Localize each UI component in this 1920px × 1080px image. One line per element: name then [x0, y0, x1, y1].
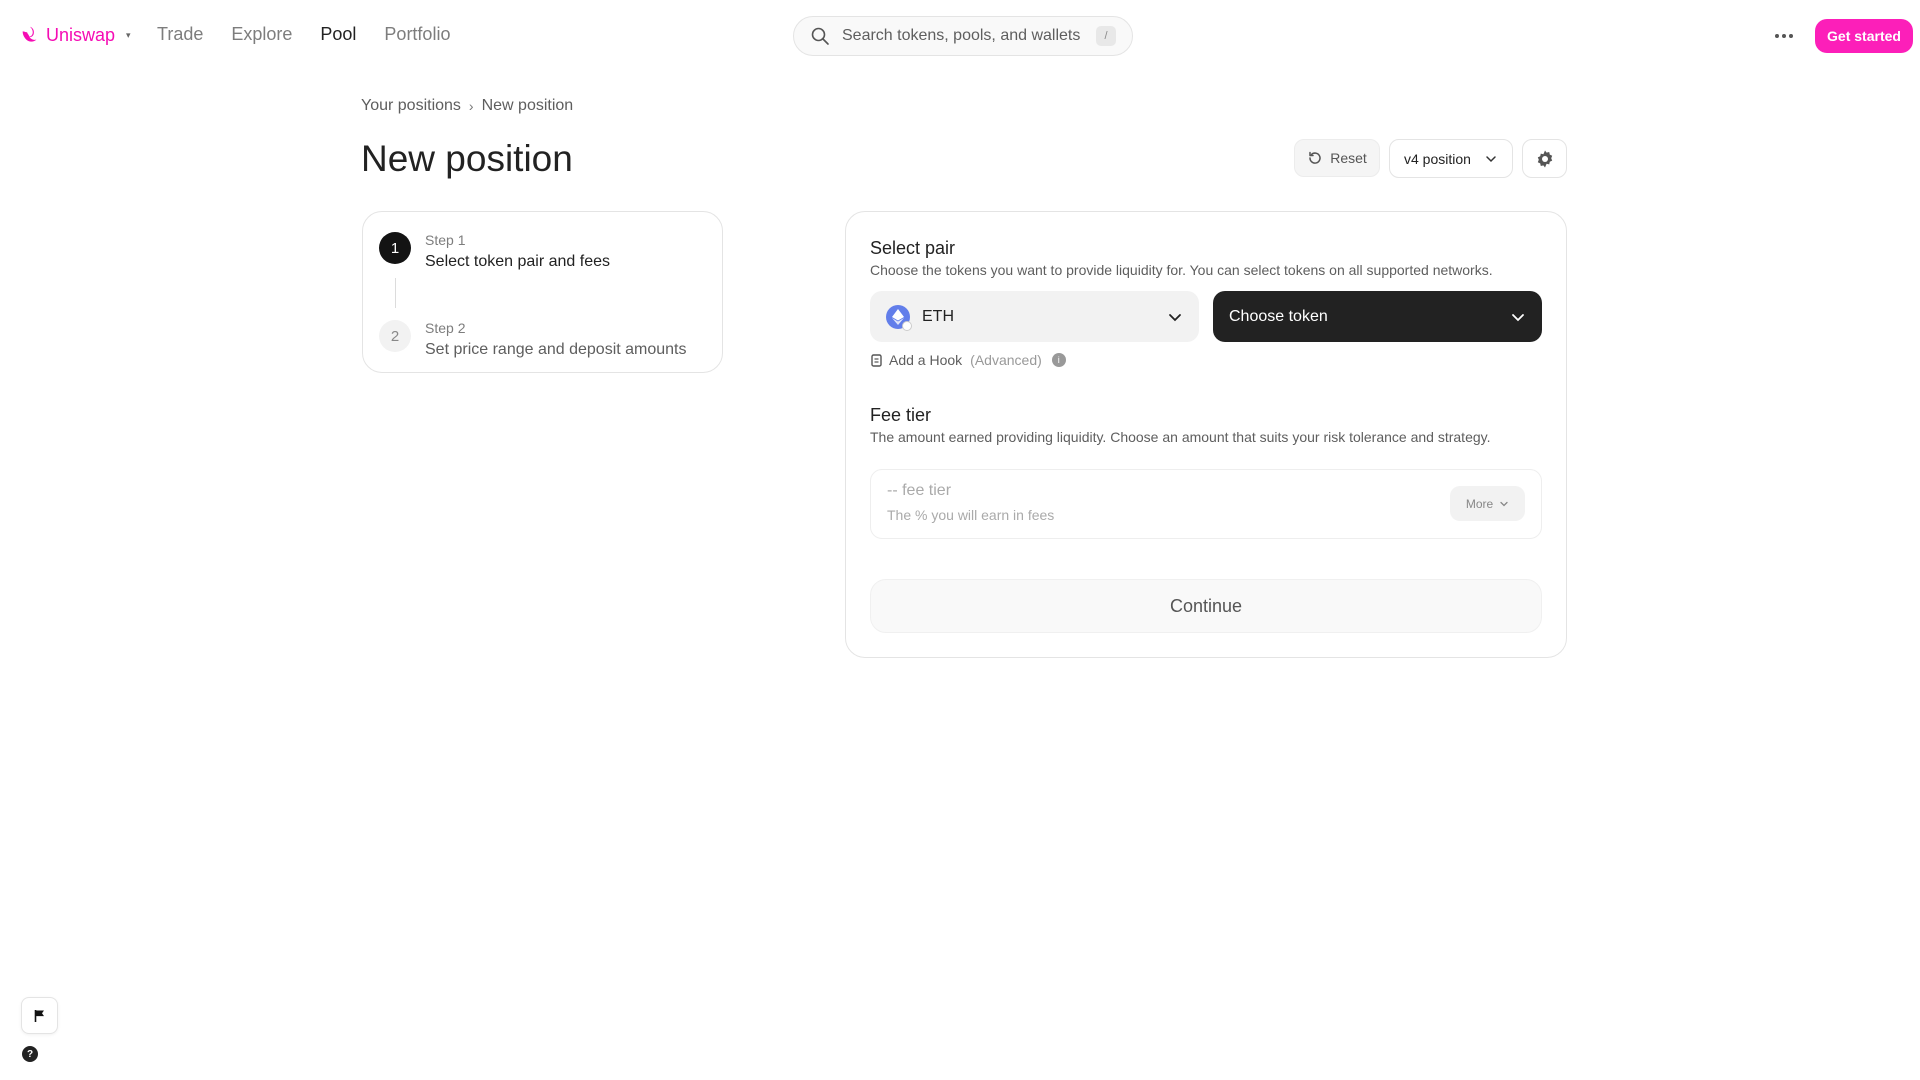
nav-pool[interactable]: Pool	[320, 24, 356, 45]
version-select[interactable]: v4 position	[1389, 139, 1513, 178]
steps-card: 1 Step 1 Select token pair and fees 2 St…	[362, 211, 723, 373]
chevron-down-icon	[1512, 313, 1524, 321]
fee-tier-value: -- fee tier	[887, 482, 952, 499]
help-icon[interactable]: ?	[22, 1046, 38, 1062]
get-started-button[interactable]: Get started	[1815, 19, 1913, 53]
chevron-down-icon	[1500, 501, 1508, 506]
add-hook-advanced: (Advanced)	[970, 352, 1042, 368]
reset-icon	[1309, 151, 1321, 164]
fee-tier-sub: The % you will earn in fees	[887, 507, 1055, 523]
brand-caret-icon: ▾	[126, 29, 131, 40]
search-shortcut-badge: /	[1096, 26, 1116, 46]
fee-tier-title: Fee tier	[870, 405, 932, 425]
token-a-label: ETH	[922, 307, 954, 325]
step-2-number: 2	[379, 320, 411, 352]
add-hook-button[interactable]: Add a Hook (Advanced) i	[871, 352, 1066, 368]
search-bar[interactable]: /	[793, 16, 1133, 56]
step-2-sub: Step 2	[425, 320, 466, 336]
info-icon[interactable]: i	[1051, 353, 1066, 367]
step-2-title: Set price range and deposit amounts	[425, 341, 687, 358]
chevron-down-icon	[1486, 155, 1496, 162]
uniswap-logo-icon	[22, 26, 37, 42]
nav-trade[interactable]: Trade	[157, 24, 203, 45]
position-form-card: Select pair Choose the tokens you want t…	[845, 211, 1567, 658]
step-1[interactable]: 1 Step 1 Select token pair and fees	[379, 232, 610, 271]
breadcrumb: Your positions › New position	[361, 97, 573, 115]
main-nav: Trade Explore Pool Portfolio	[157, 24, 450, 45]
token-a-select[interactable]: ETH	[870, 291, 1199, 342]
gear-icon	[1537, 150, 1552, 167]
search-input[interactable]	[842, 27, 1092, 45]
step-2: 2 Step 2 Set price range and deposit amo…	[379, 320, 687, 359]
fee-tier-desc: The amount earned providing liquidity. C…	[870, 429, 1491, 445]
step-connector	[395, 278, 396, 308]
fee-more-button[interactable]: More	[1450, 486, 1525, 521]
breadcrumb-current: New position	[481, 97, 574, 114]
document-icon	[871, 353, 882, 367]
flag-icon	[34, 1009, 44, 1022]
token-b-label: Choose token	[1229, 307, 1328, 325]
step-1-number: 1	[379, 232, 411, 264]
fee-tier-box: -- fee tier The % you will earn in fees …	[870, 469, 1542, 539]
chevron-down-icon	[1169, 313, 1181, 321]
settings-button[interactable]	[1522, 139, 1567, 178]
version-label: v4 position	[1404, 150, 1471, 167]
nav-explore[interactable]: Explore	[231, 24, 292, 45]
add-hook-label: Add a Hook	[889, 352, 963, 368]
step-1-sub: Step 1	[425, 232, 466, 248]
select-pair-title: Select pair	[870, 238, 956, 258]
nav-portfolio[interactable]: Portfolio	[384, 24, 450, 45]
search-icon	[811, 27, 829, 45]
eth-token-icon	[886, 304, 912, 331]
network-badge-icon	[902, 320, 912, 331]
page-title: New position	[361, 138, 573, 179]
token-b-select[interactable]: Choose token	[1213, 291, 1542, 342]
fee-more-label: More	[1465, 496, 1494, 511]
select-pair-desc: Choose the tokens you want to provide li…	[870, 262, 1493, 278]
brand-menu[interactable]: Uniswap ▾	[19, 24, 131, 46]
breadcrumb-your-positions[interactable]: Your positions	[361, 97, 461, 115]
reset-button[interactable]: Reset	[1294, 139, 1380, 177]
continue-button[interactable]: Continue	[870, 579, 1542, 633]
feedback-flag-button[interactable]	[21, 997, 58, 1034]
chevron-right-icon: ›	[468, 98, 474, 114]
reset-label: Reset	[1330, 150, 1367, 166]
step-1-title: Select token pair and fees	[425, 253, 611, 270]
top-nav: Uniswap ▾ Trade Explore Pool Portfolio /…	[0, 0, 1920, 72]
more-options-icon[interactable]	[1770, 22, 1798, 50]
brand-name: Uniswap	[46, 24, 116, 45]
